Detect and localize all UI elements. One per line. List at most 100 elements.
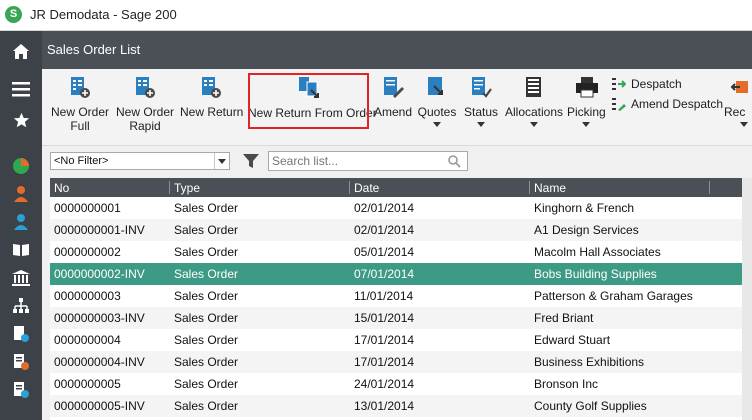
- status-icon: [470, 76, 492, 103]
- chevron-down-icon: [582, 122, 590, 127]
- vertical-scrollbar[interactable]: [742, 178, 752, 420]
- supplier-person-icon[interactable]: [0, 209, 42, 235]
- filter-bar: <No Filter>: [42, 146, 752, 176]
- chevron-down-icon: [740, 122, 748, 127]
- cell-date: 17/01/2014: [354, 355, 415, 369]
- home-icon[interactable]: [0, 36, 42, 66]
- cell-date: 13/01/2014: [354, 399, 415, 413]
- ledger-book-icon[interactable]: [0, 237, 42, 263]
- cell-no: 0000000004-INV: [54, 355, 145, 369]
- column-divider[interactable]: [349, 181, 350, 194]
- cell-name: Kinghorn & French: [534, 201, 635, 215]
- despatch-label: Despatch: [631, 77, 682, 91]
- cell-no: 0000000005: [54, 377, 121, 391]
- window-titlebar: S JR Demodata - Sage 200: [0, 0, 752, 31]
- chevron-down-icon[interactable]: [214, 153, 229, 169]
- cell-name: Business Exhibitions: [534, 355, 645, 369]
- search-input[interactable]: [268, 151, 468, 171]
- filter-select[interactable]: <No Filter>: [50, 152, 230, 170]
- column-divider[interactable]: [709, 181, 710, 194]
- bank-icon[interactable]: [0, 265, 42, 291]
- cell-name: Bobs Building Supplies: [534, 267, 657, 281]
- table-row-selected[interactable]: 0000000002-INV Sales Order 07/01/2014 Bo…: [50, 263, 752, 285]
- despatch-icon: [612, 78, 626, 90]
- cell-type: Sales Order: [174, 223, 239, 237]
- chevron-down-icon: [477, 122, 485, 127]
- allocations-label: Allocations: [504, 105, 564, 119]
- new-order-rapid-label: New Order Rapid: [115, 105, 174, 133]
- column-header-no[interactable]: No: [54, 181, 69, 195]
- cell-type: Sales Order: [174, 333, 239, 347]
- column-divider[interactable]: [529, 181, 530, 194]
- page-header: Sales Order List: [42, 31, 752, 69]
- picking-button[interactable]: Picking: [567, 69, 606, 133]
- sage-logo-icon: S: [5, 6, 22, 23]
- toolbar: New Order Full New Order Rapid New Retur…: [42, 69, 752, 146]
- menu-icon[interactable]: [0, 76, 42, 102]
- cell-name: County Golf Supplies: [534, 399, 647, 413]
- cell-date: 02/01/2014: [354, 223, 415, 237]
- column-header-date[interactable]: Date: [354, 181, 379, 195]
- cell-type: Sales Order: [174, 355, 239, 369]
- new-order-full-label: New Order Full: [50, 105, 109, 133]
- cell-name: Patterson & Graham Garages: [534, 289, 693, 303]
- cell-date: 02/01/2014: [354, 201, 415, 215]
- printer-icon: [575, 76, 599, 101]
- hierarchy-icon[interactable]: [0, 293, 42, 319]
- column-header-type[interactable]: Type: [174, 181, 200, 195]
- amend-button[interactable]: Amend: [372, 69, 414, 133]
- receipt-button[interactable]: Rec: [720, 69, 752, 133]
- column-divider[interactable]: [169, 181, 170, 194]
- table-row[interactable]: 0000000002 Sales Order 05/01/2014 Macolm…: [50, 241, 752, 263]
- document-shopping-icon[interactable]: [0, 321, 42, 347]
- cell-name: A1 Design Services: [534, 223, 639, 237]
- table-row[interactable]: 0000000003-INV Sales Order 15/01/2014 Fr…: [50, 307, 752, 329]
- table-row[interactable]: 0000000003 Sales Order 11/01/2014 Patter…: [50, 285, 752, 307]
- new-order-icon: [69, 76, 91, 103]
- cell-no: 0000000005-INV: [54, 399, 145, 413]
- despatch-button[interactable]: Despatch: [612, 75, 682, 93]
- sales-list-icon[interactable]: [0, 349, 42, 375]
- new-order-full-button[interactable]: New Order Full: [50, 69, 110, 133]
- purchase-list-icon[interactable]: [0, 377, 42, 403]
- table-row[interactable]: 0000000005 Sales Order 24/01/2014 Bronso…: [50, 373, 752, 395]
- amend-label: Amend: [373, 105, 413, 119]
- picking-label: Picking: [567, 105, 606, 119]
- cell-no: 0000000001-INV: [54, 223, 145, 237]
- table-row[interactable]: 0000000001 Sales Order 02/01/2014 Kingho…: [50, 197, 752, 219]
- quotes-icon: [426, 76, 448, 103]
- amend-despatch-icon: [612, 98, 626, 111]
- highlight-box: [248, 73, 369, 129]
- favourites-star-icon[interactable]: [0, 107, 42, 133]
- cell-no: 0000000004: [54, 333, 121, 347]
- cell-date: 15/01/2014: [354, 311, 415, 325]
- page-title: Sales Order List: [47, 42, 141, 57]
- cell-date: 24/01/2014: [354, 377, 415, 391]
- quotes-button[interactable]: Quotes: [416, 69, 458, 133]
- cell-date: 11/01/2014: [354, 289, 414, 303]
- cell-type: Sales Order: [174, 311, 239, 325]
- allocations-button[interactable]: Allocations: [503, 69, 565, 133]
- filter-selected-value: <No Filter>: [54, 155, 109, 167]
- table-row[interactable]: 0000000004 Sales Order 17/01/2014 Edward…: [50, 329, 752, 351]
- chevron-down-icon: [433, 122, 441, 127]
- table-row[interactable]: 0000000005-INV Sales Order 13/01/2014 Co…: [50, 395, 752, 417]
- funnel-filter-icon[interactable]: [243, 153, 259, 172]
- table-row[interactable]: 0000000001-INV Sales Order 02/01/2014 A1…: [50, 219, 752, 241]
- status-button[interactable]: Status: [461, 69, 501, 133]
- cell-type: Sales Order: [174, 245, 239, 259]
- cell-no: 0000000002-INV: [54, 267, 145, 281]
- new-order-rapid-button[interactable]: New Order Rapid: [114, 69, 176, 133]
- amend-icon: [382, 76, 404, 103]
- column-header-name[interactable]: Name: [534, 181, 566, 195]
- cell-date: 17/01/2014: [354, 333, 415, 347]
- pie-chart-icon[interactable]: [0, 153, 42, 179]
- status-label: Status: [463, 105, 499, 119]
- table-row[interactable]: 0000000004-INV Sales Order 17/01/2014 Bu…: [50, 351, 752, 373]
- cell-no: 0000000003-INV: [54, 311, 145, 325]
- cell-no: 0000000003: [54, 289, 121, 303]
- customer-person-icon[interactable]: [0, 181, 42, 207]
- amend-despatch-button[interactable]: Amend Despatch: [612, 95, 723, 113]
- search-icon[interactable]: [448, 155, 461, 171]
- new-return-button[interactable]: New Return: [180, 69, 243, 133]
